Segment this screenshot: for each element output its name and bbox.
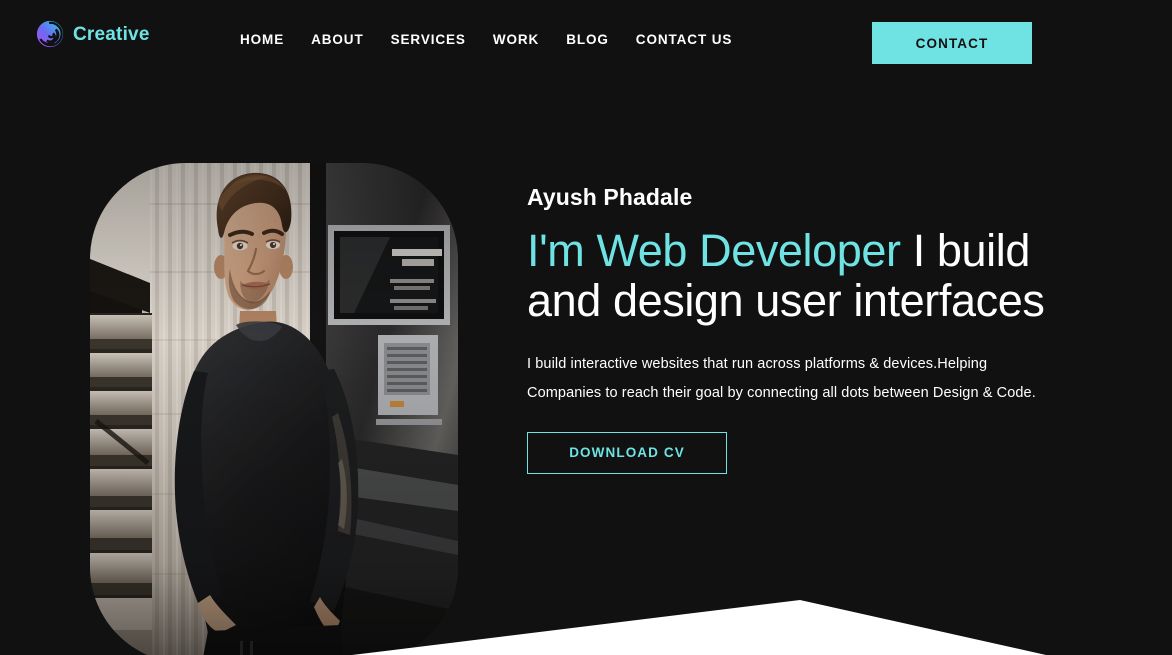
- hero-headline: I'm Web Developer I build and design use…: [527, 224, 1057, 326]
- main-navigation: HOME ABOUT SERVICES WORK BLOG CONTACT US: [240, 33, 759, 47]
- nav-item-work[interactable]: WORK: [493, 33, 566, 47]
- brand-logo-link[interactable]: Creative: [36, 20, 150, 48]
- hero-description: I build interactive websites that run ac…: [527, 355, 1036, 401]
- page-root: Creative HOME ABOUT SERVICES WORK BLOG C…: [0, 0, 1172, 655]
- brand-name: Creative: [73, 23, 150, 45]
- hero-portrait-photo: Portrait of a young man in a black long-…: [90, 163, 458, 655]
- hero-person-name: Ayush Phadale: [527, 184, 693, 210]
- hero-content: Ayush Phadale I'm Web Developer I build …: [527, 183, 1057, 474]
- nav-item-home[interactable]: HOME: [240, 33, 311, 47]
- hero-headline-accent: I'm Web Developer: [527, 224, 901, 276]
- nav-item-about[interactable]: ABOUT: [311, 33, 391, 47]
- nav-item-blog[interactable]: BLOG: [566, 33, 636, 47]
- download-cv-button[interactable]: DOWNLOAD CV: [527, 431, 727, 474]
- contact-button[interactable]: CONTACT: [872, 22, 1032, 64]
- nav-item-contact-us[interactable]: CONTACT US: [636, 33, 760, 47]
- spiral-logo-icon: [36, 20, 64, 48]
- site-header: Creative HOME ABOUT SERVICES WORK BLOG C…: [0, 0, 1172, 86]
- nav-item-services[interactable]: SERVICES: [391, 33, 493, 47]
